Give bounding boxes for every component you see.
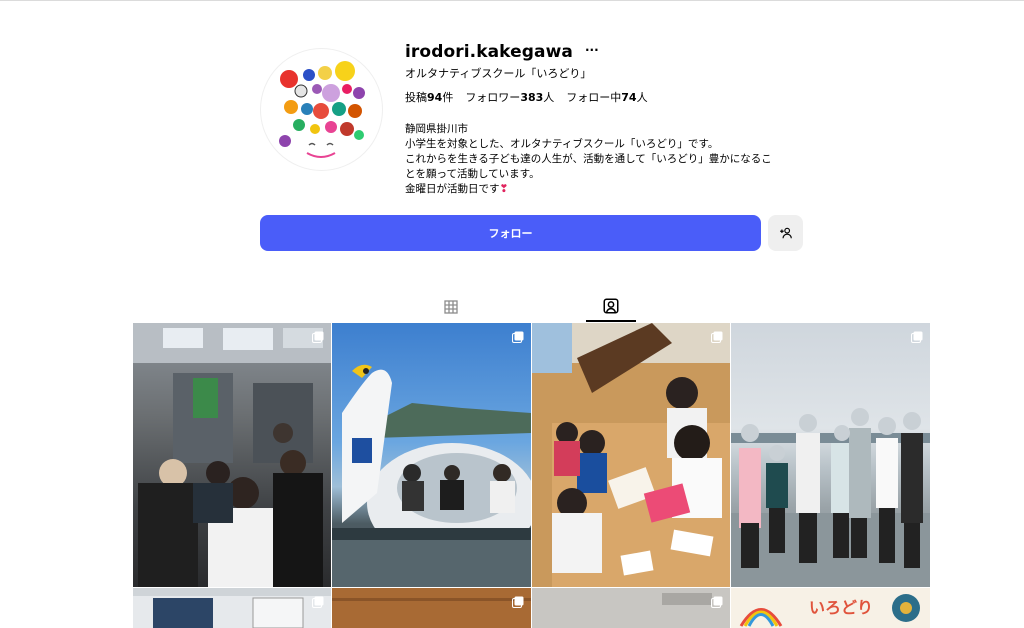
tagged-user-icon xyxy=(603,298,619,314)
post-thumbnail[interactable] xyxy=(133,588,331,628)
heart-exclamation-icon: ❣ xyxy=(499,183,509,195)
post-thumbnail[interactable] xyxy=(133,323,331,587)
bio-line: 静岡県掛川市 xyxy=(405,123,468,135)
carousel-icon xyxy=(711,331,723,343)
stat-following[interactable]: フォロー中74人 xyxy=(566,89,647,105)
stat-followers[interactable]: フォロワー383人 xyxy=(465,89,554,105)
post-thumbnail[interactable] xyxy=(731,323,930,587)
post-image xyxy=(532,323,730,587)
post-thumbnail[interactable] xyxy=(532,588,730,628)
bio-line: 小学生を対象とした、オルタナティブスクール「いろどり」です。 xyxy=(405,138,719,150)
top-divider xyxy=(0,0,1024,1)
profile-bio: 静岡県掛川市 小学生を対象とした、オルタナティブスクール「いろどり」です。 これ… xyxy=(405,122,805,197)
carousel-icon xyxy=(512,596,524,608)
carousel-icon xyxy=(312,331,324,343)
profile-username: irodori.kakegawa xyxy=(405,42,573,62)
carousel-icon xyxy=(711,596,723,608)
carousel-icon xyxy=(512,331,524,343)
profile-full-name: オルタナティブスクール「いろどり」 xyxy=(405,67,592,80)
tab-tagged[interactable] xyxy=(586,292,636,322)
post-image xyxy=(332,364,531,587)
follow-button[interactable]: フォロー xyxy=(260,215,761,251)
person-add-icon xyxy=(779,227,792,239)
post-image xyxy=(133,323,331,587)
avatar-logo-art xyxy=(279,61,365,158)
grid-icon xyxy=(444,300,458,314)
post-thumbnail[interactable]: いろどり xyxy=(731,588,930,628)
bio-line: 金曜日が活動日です❣ xyxy=(405,183,509,195)
tab-posts[interactable] xyxy=(426,292,476,322)
carousel-icon xyxy=(911,331,923,343)
profile-stats: 投稿94件 フォロワー383人 フォロー中74人 xyxy=(405,89,648,105)
carousel-icon xyxy=(312,596,324,608)
profile-avatar[interactable] xyxy=(260,48,383,171)
stat-posts: 投稿94件 xyxy=(405,91,454,104)
post-image xyxy=(532,588,730,628)
bio-line: これからを生きる子ども達の人生が、活動を通して「いろどり」豊かになるこ xyxy=(405,153,772,165)
post-thumbnail[interactable] xyxy=(332,588,531,628)
post-thumbnail[interactable] xyxy=(532,323,730,587)
post-image xyxy=(133,588,331,628)
more-options-icon[interactable]: ··· xyxy=(585,44,599,56)
bio-line: とを願って活動しています。 xyxy=(405,168,540,180)
sign-text: いろどり xyxy=(809,598,874,617)
post-image xyxy=(332,588,531,628)
suggested-accounts-button[interactable] xyxy=(768,215,803,251)
post-thumbnail[interactable] xyxy=(332,323,531,587)
post-image xyxy=(731,408,930,587)
